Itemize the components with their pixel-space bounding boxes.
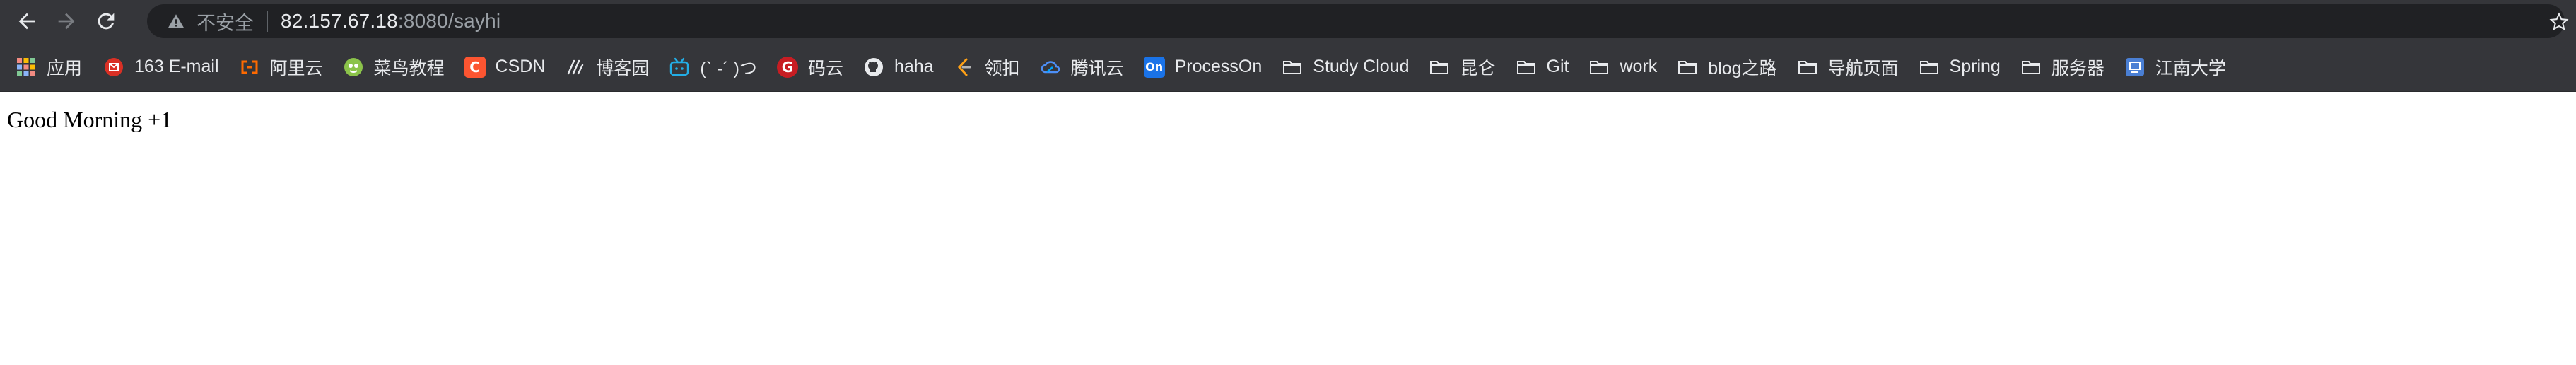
folder-icon (1282, 57, 1303, 78)
address-bar[interactable]: 不安全 82.157.67.18:8080/sayhi (147, 4, 2569, 38)
bookmark-label: 腾讯云 (1070, 58, 1124, 79)
url-host: 82.157.67.18 (281, 10, 398, 32)
arrow-right-icon (58, 13, 75, 30)
bookmark-label: ProcessOn (1174, 57, 1263, 76)
aliyun-icon (239, 57, 260, 78)
apps-grid-icon (16, 57, 37, 78)
page-content: Good Morning +1 (0, 92, 2576, 365)
bookmark-jiangnan[interactable]: 江南大学 (2117, 52, 2233, 83)
bookmark-folder-blog[interactable]: blog之路 (1670, 52, 1784, 83)
mail-163-icon (103, 57, 124, 78)
bookmark-label: 码云 (807, 58, 843, 79)
bookmark-folder-kunlun[interactable]: 昆仑 (1422, 52, 1502, 83)
cnblogs-icon (565, 57, 586, 78)
warning-triangle-icon[interactable] (167, 12, 185, 30)
bookmark-apps[interactable]: 应用 (8, 52, 89, 83)
bookmark-github[interactable]: haha (856, 52, 941, 83)
bilibili-icon (669, 57, 690, 78)
folder-icon (1429, 57, 1450, 78)
bookmark-gitee[interactable]: G 码云 (770, 52, 850, 83)
bookmark-label: CSDN (495, 57, 546, 76)
bookmark-label: 导航页面 (1827, 58, 1899, 79)
reload-icon (98, 13, 115, 30)
folder-icon (1797, 57, 1818, 78)
tencent-cloud-icon (1040, 57, 1061, 78)
bookmark-label: 领扣 (984, 58, 1020, 79)
bookmark-label: haha (894, 57, 934, 76)
url-text[interactable]: 82.157.67.18:8080/sayhi (281, 10, 500, 33)
bookmark-label: 菜鸟教程 (373, 58, 445, 79)
bookmark-label: 服务器 (2051, 58, 2104, 79)
bookmark-label: work (1620, 57, 1658, 76)
folder-icon (1919, 57, 1940, 78)
bookmark-runoob[interactable]: 菜鸟教程 (336, 52, 452, 83)
bookmark-label: 应用 (47, 58, 83, 79)
folder-icon (1677, 57, 1698, 78)
forward-button[interactable] (47, 1, 86, 41)
url-path: :8080/sayhi (397, 10, 501, 32)
csdn-icon: C (464, 56, 486, 78)
security-status-label[interactable]: 不安全 (197, 8, 254, 35)
star-icon[interactable] (2549, 12, 2569, 32)
bookmark-folder-work[interactable]: work (1581, 52, 1664, 83)
processon-icon: On (1143, 56, 1165, 78)
bookmark-cnblogs[interactable]: 博客园 (558, 52, 656, 83)
bookmark-163-email[interactable]: 163 E-mail (96, 52, 226, 83)
bookmark-label: 江南大学 (2155, 58, 2226, 79)
folder-icon (1588, 57, 1610, 78)
url-divider (267, 11, 268, 32)
browser-toolbar: 不安全 82.157.67.18:8080/sayhi (0, 0, 2576, 42)
bookmark-label: 昆仑 (1460, 58, 1496, 79)
bookmark-label: 博客园 (596, 58, 650, 79)
bookmark-bilibili[interactable]: (` -´ )つ (662, 52, 764, 83)
bookmark-label: Study Cloud (1313, 57, 1410, 76)
page-body-text: Good Morning +1 (7, 107, 172, 132)
bookmark-aliyun[interactable]: 阿里云 (232, 52, 330, 83)
github-icon (863, 57, 884, 78)
bookmark-csdn[interactable]: C CSDN (457, 52, 553, 83)
reload-button[interactable] (86, 1, 126, 41)
bookmark-tencent-cloud[interactable]: 腾讯云 (1033, 52, 1131, 83)
bookmark-label: 阿里云 (269, 58, 323, 79)
gitee-icon: G (776, 56, 798, 78)
bookmark-folder-nav[interactable]: 导航页面 (1790, 52, 1906, 83)
bookmark-leetcode[interactable]: 领扣 (947, 52, 1027, 83)
back-button[interactable] (7, 1, 47, 41)
bookmark-label: 163 E-mail (134, 57, 219, 76)
bookmark-label: (` -´ )つ (700, 58, 757, 79)
leetcode-icon (954, 57, 975, 78)
bookmark-processon[interactable]: On ProcessOn (1137, 52, 1270, 83)
bookmark-folder-study-cloud[interactable]: Study Cloud (1275, 52, 1416, 83)
bookmark-label: blog之路 (1708, 58, 1777, 79)
bookmarks-bar: 应用 163 E-mail 阿里云 菜鸟教程 C CSDN 博客园 (` -´ … (0, 42, 2576, 92)
bookmark-folder-server[interactable]: 服务器 (2013, 52, 2112, 83)
arrow-left-icon (18, 13, 35, 30)
bookmark-label: Spring (1949, 57, 2001, 76)
bookmark-label: Git (1546, 57, 1569, 76)
folder-icon (2020, 57, 2042, 78)
jiangnan-icon (2124, 57, 2145, 78)
folder-icon (1516, 57, 1537, 78)
bookmark-folder-git[interactable]: Git (1509, 52, 1576, 83)
bookmark-folder-spring[interactable]: Spring (1911, 52, 2008, 83)
runoob-icon (343, 57, 364, 78)
